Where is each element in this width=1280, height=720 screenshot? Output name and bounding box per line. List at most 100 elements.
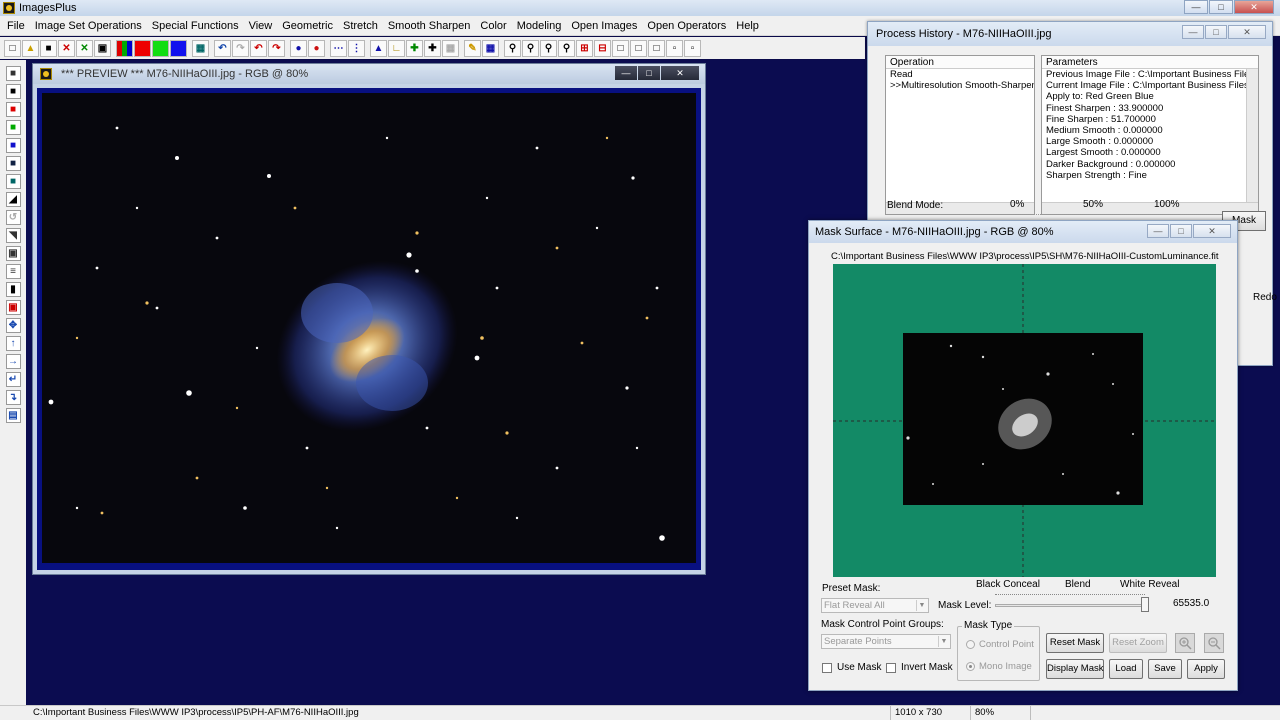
histogram-icon[interactable]: ▲: [370, 39, 387, 57]
ph-minimize-button[interactable]: —: [1182, 25, 1204, 39]
display-mask-button[interactable]: Display Mask: [1046, 659, 1104, 679]
ms-close-button[interactable]: ✕: [1193, 224, 1231, 238]
parameters-list[interactable]: Parameters Previous Image File : C:\Impo…: [1041, 55, 1259, 215]
menu-open-images[interactable]: Open Images: [566, 17, 642, 35]
blend-slider[interactable]: [1015, 214, 1245, 216]
ms-maximize-button[interactable]: □: [1170, 224, 1192, 238]
green-channel-icon[interactable]: [152, 39, 169, 57]
crop-tool-icon[interactable]: ▣: [5, 300, 21, 315]
use-mask-checkbox[interactable]: Use Mask: [822, 662, 881, 673]
redo-red-icon[interactable]: ↷: [268, 39, 285, 57]
preview-close-button[interactable]: ✕: [661, 66, 699, 80]
green-tool-icon[interactable]: ■: [5, 120, 21, 135]
maximize-button[interactable]: □: [1209, 0, 1233, 14]
copy-icon[interactable]: ▣: [94, 39, 111, 57]
new-file-icon[interactable]: □: [4, 39, 21, 57]
menu-geometric[interactable]: Geometric: [277, 17, 338, 35]
menu-smooth-sharpen[interactable]: Smooth Sharpen: [383, 17, 476, 35]
open-folder-icon[interactable]: ▲: [22, 39, 39, 57]
reset-mask-button[interactable]: Reset Mask: [1046, 633, 1104, 653]
redo-icon[interactable]: ↷: [232, 39, 249, 57]
move-tool-icon[interactable]: ✥: [5, 318, 21, 333]
reset-zoom-button[interactable]: Reset Zoom: [1109, 633, 1167, 653]
menu-special-functions[interactable]: Special Functions: [147, 17, 244, 35]
points-icon[interactable]: ⋮: [348, 39, 365, 57]
invert-mask-checkbox[interactable]: Invert Mask: [886, 662, 953, 673]
curve-icon[interactable]: ∟: [388, 39, 405, 57]
grid-icon[interactable]: ▦: [192, 39, 209, 57]
bar-tool-icon[interactable]: ▮: [5, 282, 21, 297]
diagonal-tool-icon[interactable]: ◥: [5, 228, 21, 243]
ph-maximize-button[interactable]: □: [1205, 25, 1227, 39]
minimize-button[interactable]: —: [1184, 0, 1208, 14]
save-button[interactable]: Save: [1148, 659, 1182, 679]
table-icon[interactable]: ▦: [482, 39, 499, 57]
arrow-up-icon[interactable]: ↑: [5, 336, 21, 351]
rgb-channels-icon[interactable]: [116, 39, 133, 57]
black-tool-icon[interactable]: ■: [5, 84, 21, 99]
menu-open-operators[interactable]: Open Operators: [642, 17, 731, 35]
preview-title-bar[interactable]: *** PREVIEW *** M76-NIIHaOIII.jpg - RGB …: [33, 64, 705, 84]
operation-row[interactable]: >>Multiresolution Smooth-Sharpen: [886, 80, 1034, 91]
zoom-in-icon[interactable]: [1175, 633, 1195, 653]
mask-level-thumb[interactable]: [1141, 597, 1149, 612]
operation-list[interactable]: Operation Read >>Multiresolution Smooth-…: [885, 55, 1035, 215]
preset-mask-dropdown[interactable]: Flat Reveal All ▼: [821, 598, 929, 613]
close-green-icon[interactable]: ✕: [76, 39, 93, 57]
menu-help[interactable]: Help: [731, 17, 764, 35]
menu-view[interactable]: View: [244, 17, 278, 35]
close-red-icon[interactable]: ✕: [58, 39, 75, 57]
arrow-right-icon[interactable]: →: [5, 354, 21, 369]
crosshair-icon[interactable]: ✚: [424, 39, 441, 57]
pencil-icon[interactable]: ✎: [464, 39, 481, 57]
apply-button[interactable]: Apply: [1187, 659, 1225, 679]
save-tool-icon[interactable]: ■: [5, 66, 21, 81]
blue-tool-icon[interactable]: ■: [5, 138, 21, 153]
close-button[interactable]: ✕: [1234, 0, 1274, 14]
rotate-tool-icon[interactable]: ↺: [5, 210, 21, 225]
red-channel-icon[interactable]: [134, 39, 151, 57]
record-blue-icon[interactable]: ●: [290, 39, 307, 57]
undo-icon[interactable]: ↶: [214, 39, 231, 57]
zoom-in-icon[interactable]: ⚲: [504, 39, 521, 57]
dotted-line-icon[interactable]: ⋯: [330, 39, 347, 57]
save-icon[interactable]: ■: [40, 39, 57, 57]
add-frame-icon[interactable]: ⊞: [576, 39, 593, 57]
ph-close-button[interactable]: ✕: [1228, 25, 1266, 39]
select-grid-icon[interactable]: ▦: [442, 39, 459, 57]
zoom-out-icon[interactable]: [1204, 633, 1224, 653]
blue-channel-icon[interactable]: [170, 39, 187, 57]
frame-1-icon[interactable]: □: [612, 39, 629, 57]
load-button[interactable]: Load: [1109, 659, 1143, 679]
teal-tool-icon[interactable]: ■: [5, 174, 21, 189]
turn-left-icon[interactable]: ↵: [5, 372, 21, 387]
radio-mono-image[interactable]: Mono Image: [966, 661, 1032, 672]
preview-image[interactable]: [37, 88, 701, 570]
crosshair-green-icon[interactable]: ✚: [406, 39, 423, 57]
frame-2-icon[interactable]: □: [630, 39, 647, 57]
remove-frame-icon[interactable]: ⊟: [594, 39, 611, 57]
parameters-vscroll[interactable]: [1246, 69, 1258, 202]
turn-down-icon[interactable]: ↴: [5, 390, 21, 405]
zoom-fit-icon[interactable]: ⚲: [540, 39, 557, 57]
mask-level-slider[interactable]: [995, 604, 1145, 607]
red-tool-icon[interactable]: ■: [5, 102, 21, 117]
radio-control-point[interactable]: Control Point: [966, 639, 1034, 650]
zoom-reset-icon[interactable]: ⚲: [558, 39, 575, 57]
menu-file[interactable]: File: [2, 17, 30, 35]
channel-tool-icon[interactable]: ■: [5, 156, 21, 171]
zoom-out-icon[interactable]: ⚲: [522, 39, 539, 57]
ms-minimize-button[interactable]: —: [1147, 224, 1169, 238]
mono-tool-icon[interactable]: ◢: [5, 192, 21, 207]
frame-tool-icon[interactable]: ▣: [5, 246, 21, 261]
levels-tool-icon[interactable]: ≡: [5, 264, 21, 279]
menu-image-set-operations[interactable]: Image Set Operations: [30, 17, 147, 35]
frame-4-icon[interactable]: ▫: [666, 39, 683, 57]
frame-5-icon[interactable]: ▫: [684, 39, 701, 57]
preview-minimize-button[interactable]: —: [615, 66, 637, 80]
undo-red-icon[interactable]: ↶: [250, 39, 267, 57]
record-red-icon[interactable]: ●: [308, 39, 325, 57]
frame-3-icon[interactable]: □: [648, 39, 665, 57]
menu-color[interactable]: Color: [475, 17, 511, 35]
control-groups-dropdown[interactable]: Separate Points ▼: [821, 634, 951, 649]
